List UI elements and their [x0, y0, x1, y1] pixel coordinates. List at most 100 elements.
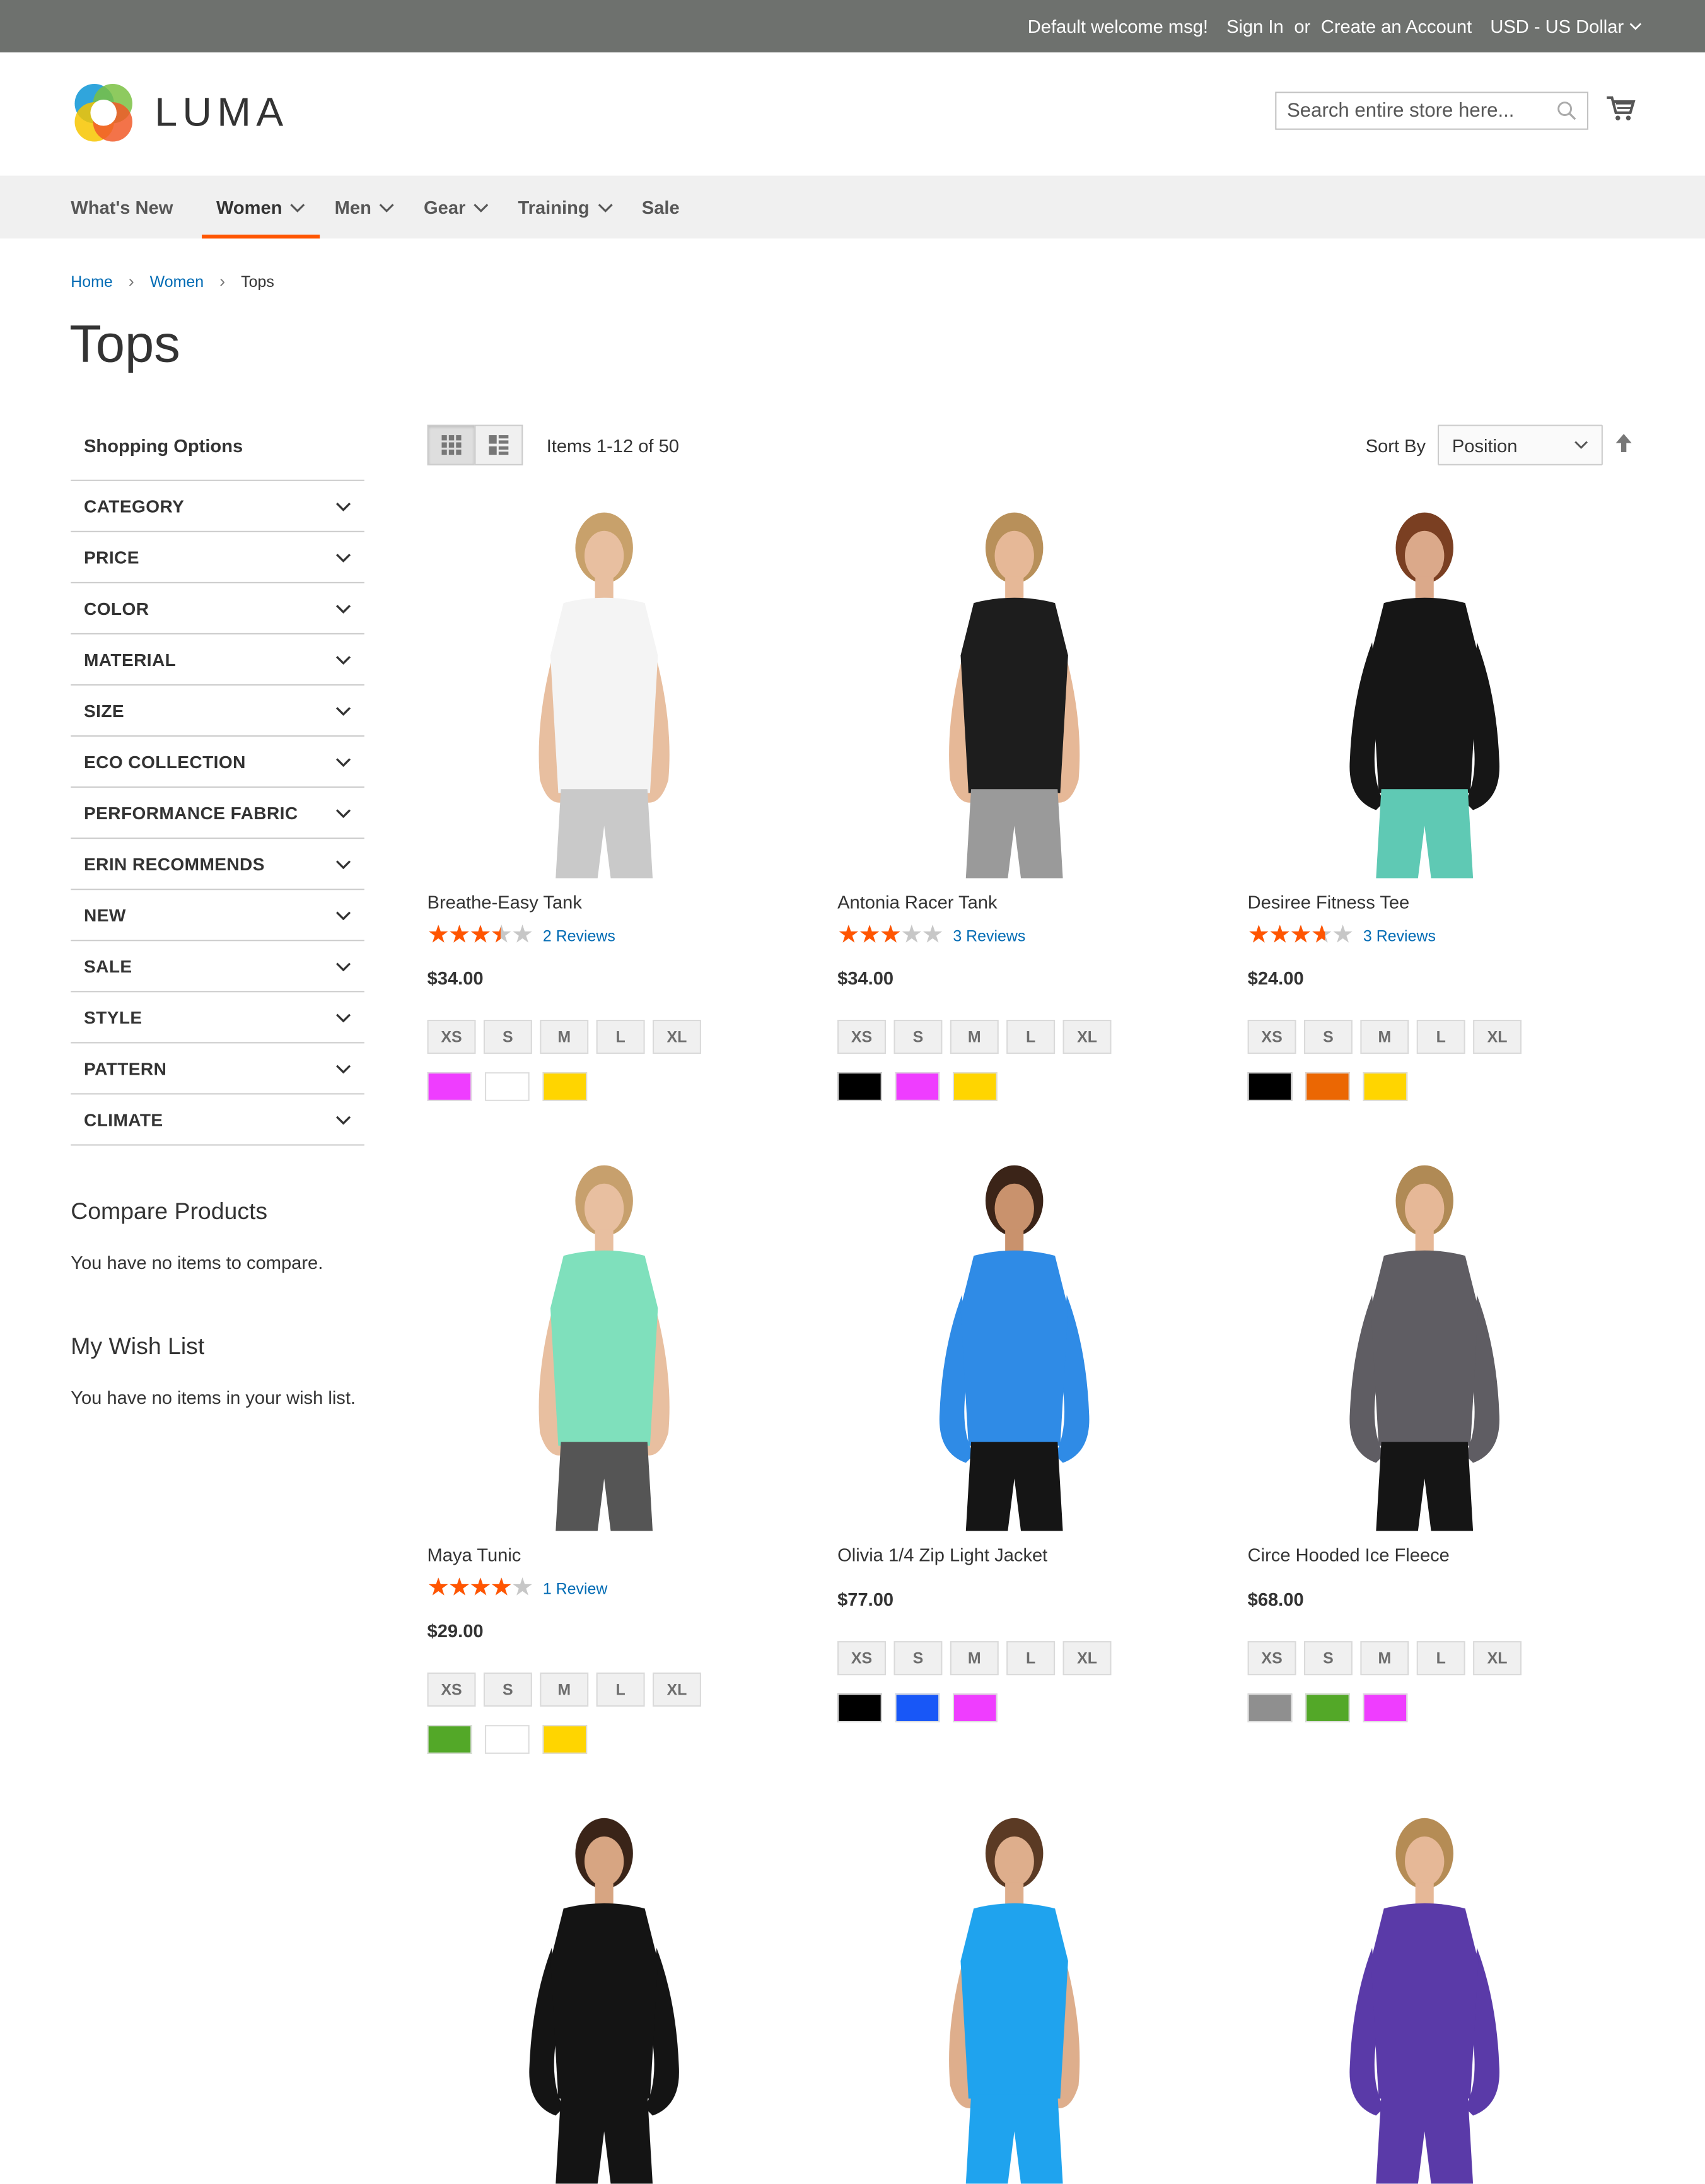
size-option[interactable]: S: [1304, 1641, 1353, 1676]
size-option[interactable]: M: [950, 1019, 999, 1054]
product-card[interactable]: Olivia 1/4 Zip Light Jacket $77.00 XS S M L XL: [837, 1151, 1191, 1723]
size-option[interactable]: L: [1416, 1641, 1465, 1676]
color-swatch[interactable]: [952, 1693, 998, 1723]
product-image[interactable]: [428, 498, 781, 879]
color-swatch[interactable]: [895, 1072, 940, 1101]
size-option[interactable]: XL: [1473, 1019, 1522, 1054]
reviews-link[interactable]: 3 Reviews: [1363, 926, 1436, 945]
filter-climate[interactable]: CLIMATE: [71, 1094, 364, 1146]
create-account-link[interactable]: Create an Account: [1321, 16, 1472, 37]
size-option[interactable]: S: [483, 1673, 532, 1707]
filter-color[interactable]: COLOR: [71, 583, 364, 634]
color-swatch[interactable]: [1247, 1072, 1293, 1101]
product-card[interactable]: Desiree Fitness Tee ★★★★★★★★★★ 3 Reviews $2…: [1247, 498, 1602, 1101]
product-image[interactable]: [837, 1151, 1191, 1531]
product-name[interactable]: Circe Hooded Ice Fleece: [1248, 1544, 1602, 1567]
size-option[interactable]: XS: [1247, 1641, 1296, 1676]
size-option[interactable]: L: [596, 1019, 645, 1054]
color-swatch[interactable]: [837, 1693, 882, 1723]
filter-category[interactable]: CATEGORY: [71, 481, 364, 532]
filter-eco-collection[interactable]: ECO COLLECTION: [71, 737, 364, 788]
filter-material[interactable]: MATERIAL: [71, 634, 364, 686]
size-option[interactable]: M: [1360, 1641, 1409, 1676]
size-option[interactable]: L: [596, 1673, 645, 1707]
product-image[interactable]: [1248, 498, 1602, 879]
nav-item-sale[interactable]: Sale: [642, 176, 680, 239]
filter-sale[interactable]: SALE: [71, 941, 364, 993]
nav-item-training[interactable]: Training: [518, 176, 613, 239]
filter-size[interactable]: SIZE: [71, 686, 364, 737]
color-swatch[interactable]: [1305, 1693, 1350, 1723]
color-swatch[interactable]: [1305, 1072, 1350, 1101]
sign-in-link[interactable]: Sign In: [1226, 16, 1284, 37]
size-option[interactable]: XL: [1473, 1641, 1522, 1676]
size-option[interactable]: M: [540, 1673, 589, 1707]
size-option[interactable]: XL: [653, 1673, 701, 1707]
luma-logo[interactable]: LUMA: [71, 80, 288, 146]
color-swatch[interactable]: [427, 1072, 472, 1101]
product-image[interactable]: [837, 498, 1191, 879]
size-option[interactable]: S: [1304, 1019, 1353, 1054]
nav-item-women[interactable]: Women: [202, 176, 321, 239]
color-swatch[interactable]: [837, 1072, 882, 1101]
grid-view-button[interactable]: [427, 424, 476, 465]
reviews-link[interactable]: 1 Review: [543, 1579, 608, 1597]
color-swatch[interactable]: [485, 1725, 530, 1754]
color-swatch[interactable]: [1247, 1693, 1293, 1723]
sort-direction-arrow-icon[interactable]: [1615, 433, 1633, 453]
size-option[interactable]: M: [540, 1019, 589, 1054]
product-card[interactable]: [428, 1804, 781, 2184]
color-swatch[interactable]: [895, 1693, 940, 1723]
size-option[interactable]: M: [950, 1641, 999, 1676]
filter-new[interactable]: NEW: [71, 890, 364, 942]
nav-item-men[interactable]: Men: [335, 176, 395, 239]
size-option[interactable]: L: [1006, 1019, 1056, 1054]
color-swatch[interactable]: [542, 1072, 588, 1101]
product-image[interactable]: [1248, 1804, 1602, 2184]
filter-style[interactable]: STYLE: [71, 992, 364, 1044]
product-card[interactable]: [1248, 1804, 1602, 2184]
filter-price[interactable]: PRICE: [71, 532, 364, 583]
cart-icon[interactable]: [1607, 96, 1636, 122]
color-swatch[interactable]: [952, 1072, 998, 1101]
size-option[interactable]: XL: [1062, 1641, 1112, 1676]
product-image[interactable]: [428, 1804, 781, 2184]
search-input[interactable]: Search entire store here...: [1275, 91, 1589, 130]
product-name[interactable]: Antonia Racer Tank: [837, 891, 1191, 914]
list-view-button[interactable]: [474, 424, 523, 465]
color-swatch[interactable]: [427, 1725, 472, 1754]
currency-switcher[interactable]: USD - US Dollar: [1490, 16, 1642, 37]
size-option[interactable]: XS: [837, 1019, 886, 1054]
filter-erin-recommends[interactable]: ERIN RECOMMENDS: [71, 839, 364, 891]
sort-by-select[interactable]: Position: [1438, 424, 1603, 465]
nav-item-what-s-new[interactable]: What's New: [71, 176, 173, 239]
product-card[interactable]: Antonia Racer Tank ★★★★★★★★★★ 3 Reviews $34…: [837, 498, 1191, 1101]
size-option[interactable]: S: [893, 1641, 943, 1676]
product-card[interactable]: Circe Hooded Ice Fleece $68.00 XS S M L XL: [1247, 1151, 1602, 1723]
product-name[interactable]: Maya Tunic: [428, 1544, 781, 1567]
color-swatch[interactable]: [542, 1725, 588, 1754]
breadcrumb-women[interactable]: Women: [150, 272, 204, 290]
product-image[interactable]: [837, 1804, 1191, 2184]
size-option[interactable]: S: [483, 1019, 532, 1054]
product-card[interactable]: Breathe-Easy Tank ★★★★★★★★★★ 2 Reviews $34.…: [427, 498, 781, 1101]
reviews-link[interactable]: 3 Reviews: [953, 926, 1025, 945]
product-card[interactable]: [837, 1804, 1191, 2184]
reviews-link[interactable]: 2 Reviews: [543, 926, 615, 945]
size-option[interactable]: XS: [427, 1673, 476, 1707]
product-image[interactable]: [428, 1151, 781, 1531]
nav-item-gear[interactable]: Gear: [424, 176, 489, 239]
color-swatch[interactable]: [1363, 1693, 1408, 1723]
search-icon[interactable]: [1557, 101, 1576, 120]
product-name[interactable]: Breathe-Easy Tank: [428, 891, 781, 914]
color-swatch[interactable]: [1363, 1072, 1408, 1101]
breadcrumb-home[interactable]: Home: [71, 272, 113, 290]
filter-performance-fabric[interactable]: PERFORMANCE FABRIC: [71, 788, 364, 839]
size-option[interactable]: XL: [653, 1019, 701, 1054]
product-image[interactable]: [1248, 1151, 1602, 1531]
filter-pattern[interactable]: PATTERN: [71, 1043, 364, 1095]
size-option[interactable]: XS: [837, 1641, 886, 1676]
size-option[interactable]: XS: [1247, 1019, 1296, 1054]
size-option[interactable]: XL: [1062, 1019, 1112, 1054]
color-swatch[interactable]: [485, 1072, 530, 1101]
